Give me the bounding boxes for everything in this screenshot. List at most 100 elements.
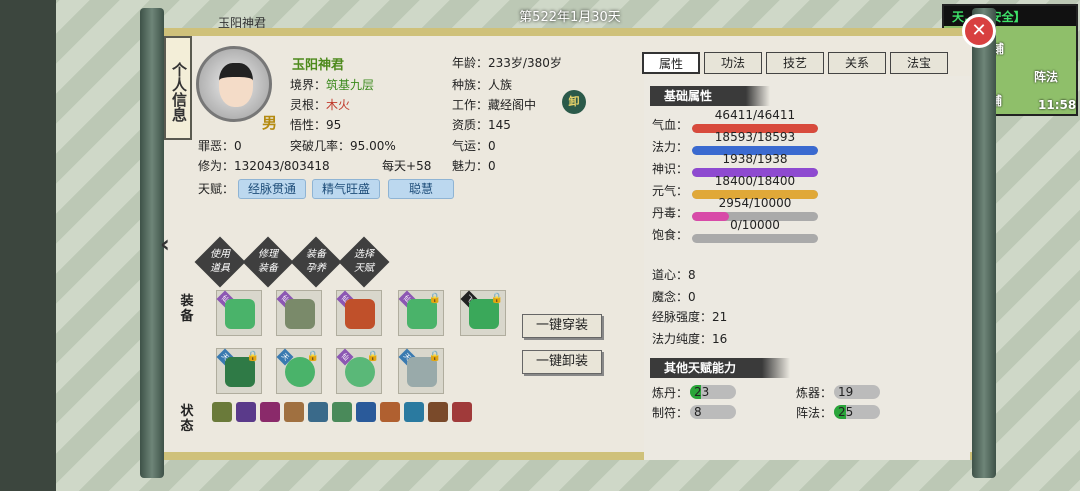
status-effect-icon[interactable] (260, 402, 280, 422)
age-label: 年龄： (452, 56, 489, 70)
equip-slot[interactable]: 天 🔒 (276, 348, 322, 394)
stat-value: 8 (688, 268, 696, 282)
skill-label: 炼器： (796, 386, 833, 400)
stat-label: 经脉强度： (652, 310, 713, 324)
skill-bar: 19 (834, 385, 880, 399)
skill-label: 炼丹： (652, 386, 689, 400)
cultivation-label: 修为： (198, 159, 235, 173)
equip-all-button[interactable]: 一键穿装 (522, 314, 602, 338)
status-effect-icon[interactable] (452, 402, 472, 422)
stat-value: 0 (688, 290, 696, 304)
prev-arrow-icon[interactable]: ‹ (160, 230, 170, 258)
scroll-pole-right (972, 8, 996, 478)
attr-value: 18400/18400 (714, 174, 796, 188)
status-effect-icon[interactable] (308, 402, 328, 422)
attr-label: 法力： (652, 140, 689, 154)
realm-value: 筑基九层 (326, 78, 375, 92)
attr-label: 饱食： (652, 228, 689, 242)
skill-label: 阵法： (796, 406, 833, 420)
cultivation-value: 132043/803418 (234, 159, 330, 173)
daily-value: 58 (416, 159, 432, 173)
daily-label: 每天+ (382, 159, 417, 173)
breakthrough-value: 95.00% (350, 139, 396, 153)
stat-value: 16 (712, 332, 728, 346)
tab-skills[interactable]: 技艺 (766, 52, 824, 74)
attr-value: 46411/46411 (714, 108, 796, 122)
character-name: 玉阳神君 (292, 58, 345, 73)
skill-label: 制符： (652, 406, 689, 420)
breakthrough-label: 突破几率： (290, 139, 351, 153)
race-label: 种族： (452, 78, 489, 92)
attr-label: 神识： (652, 162, 689, 176)
tab-relations[interactable]: 关系 (828, 52, 886, 74)
basic-attributes-header: 基础属性 (650, 86, 770, 106)
sin-value: 0 (234, 139, 242, 153)
other-talents-header: 其他天赋能力 (650, 358, 790, 378)
job-label: 工作： (452, 98, 489, 112)
tab-attributes[interactable]: 属性 (642, 52, 700, 74)
minimap-label: 阵法 (1034, 70, 1059, 84)
stat-value: 21 (712, 310, 728, 324)
aptitude-value: 145 (488, 118, 511, 132)
attr-label: 气血： (652, 118, 689, 132)
status-effect-icon[interactable] (332, 402, 352, 422)
lock-icon: 🔒 (428, 293, 441, 304)
charm-value: 0 (488, 159, 496, 173)
skill-value: 19 (838, 385, 854, 399)
attr-label: 元气： (652, 184, 689, 198)
lock-icon: 🔒 (428, 351, 441, 362)
tab-treasures[interactable]: 法宝 (890, 52, 948, 74)
panel-title: 个人信息 (164, 36, 192, 140)
status-section-label: 状态 (180, 404, 194, 434)
equip-slot[interactable]: 飞 🔒 (460, 290, 506, 336)
status-effect-icon[interactable] (236, 402, 256, 422)
status-effect-icon[interactable] (212, 402, 232, 422)
attr-value: 2954/10000 (718, 196, 792, 210)
attr-value: 18593/18593 (714, 130, 796, 144)
stat-label: 魔念： (652, 290, 689, 304)
skill-bar: 8 (690, 405, 736, 419)
status-effect-icon[interactable] (284, 402, 304, 422)
unequip-job-button[interactable]: 卸 (562, 90, 586, 114)
sin-label: 罪恶： (198, 139, 235, 153)
lock-icon: 🔒 (306, 351, 319, 362)
equip-slot[interactable]: 仙 🔒 (336, 348, 382, 394)
gender: 男 (262, 114, 278, 132)
talent-badge[interactable]: 聪慧 (388, 179, 454, 199)
status-effect-icon[interactable] (428, 402, 448, 422)
status-effect-icon[interactable] (356, 402, 376, 422)
insight-label: 悟性： (290, 118, 327, 132)
aptitude-label: 资质： (452, 118, 489, 132)
attr-value: 0/10000 (730, 218, 780, 232)
equip-slot[interactable]: 天 🔒 (216, 348, 262, 394)
luck-value: 0 (488, 139, 496, 153)
tab-techniques[interactable]: 功法 (704, 52, 762, 74)
lock-icon: 🔒 (366, 351, 379, 362)
equip-slot[interactable]: 仙 (276, 290, 322, 336)
left-edge (0, 0, 56, 491)
status-effect-icon[interactable] (380, 402, 400, 422)
unequip-all-button[interactable]: 一键卸装 (522, 350, 602, 374)
lock-icon: 🔒 (490, 293, 503, 304)
attr-label: 丹毒： (652, 206, 689, 220)
skill-value: 23 (694, 385, 710, 399)
luck-label: 气运： (452, 139, 489, 153)
equip-slot[interactable]: 仙 (216, 290, 262, 336)
equip-slot[interactable]: 仙 🔒 (398, 290, 444, 336)
skill-bar: 23 (690, 385, 736, 399)
equip-slot[interactable]: 仙 (336, 290, 382, 336)
insight-value: 95 (326, 118, 342, 132)
talent-badge[interactable]: 经脉贯通 (238, 179, 306, 199)
equip-slot[interactable]: 天 🔒 (398, 348, 444, 394)
equip-section-label: 装备 (180, 294, 194, 324)
attr-value: 1938/1938 (722, 152, 788, 166)
skill-value: 8 (694, 405, 702, 419)
talent-badge[interactable]: 精气旺盛 (312, 179, 380, 199)
status-effect-icon[interactable] (404, 402, 424, 422)
close-button[interactable]: ✕ (962, 14, 996, 48)
charm-label: 魅力： (452, 159, 489, 173)
age-value: 233岁/380岁 (488, 56, 562, 70)
root-label: 灵根： (290, 98, 327, 112)
realm-label: 境界： (290, 78, 327, 92)
attr-bar (692, 234, 818, 243)
